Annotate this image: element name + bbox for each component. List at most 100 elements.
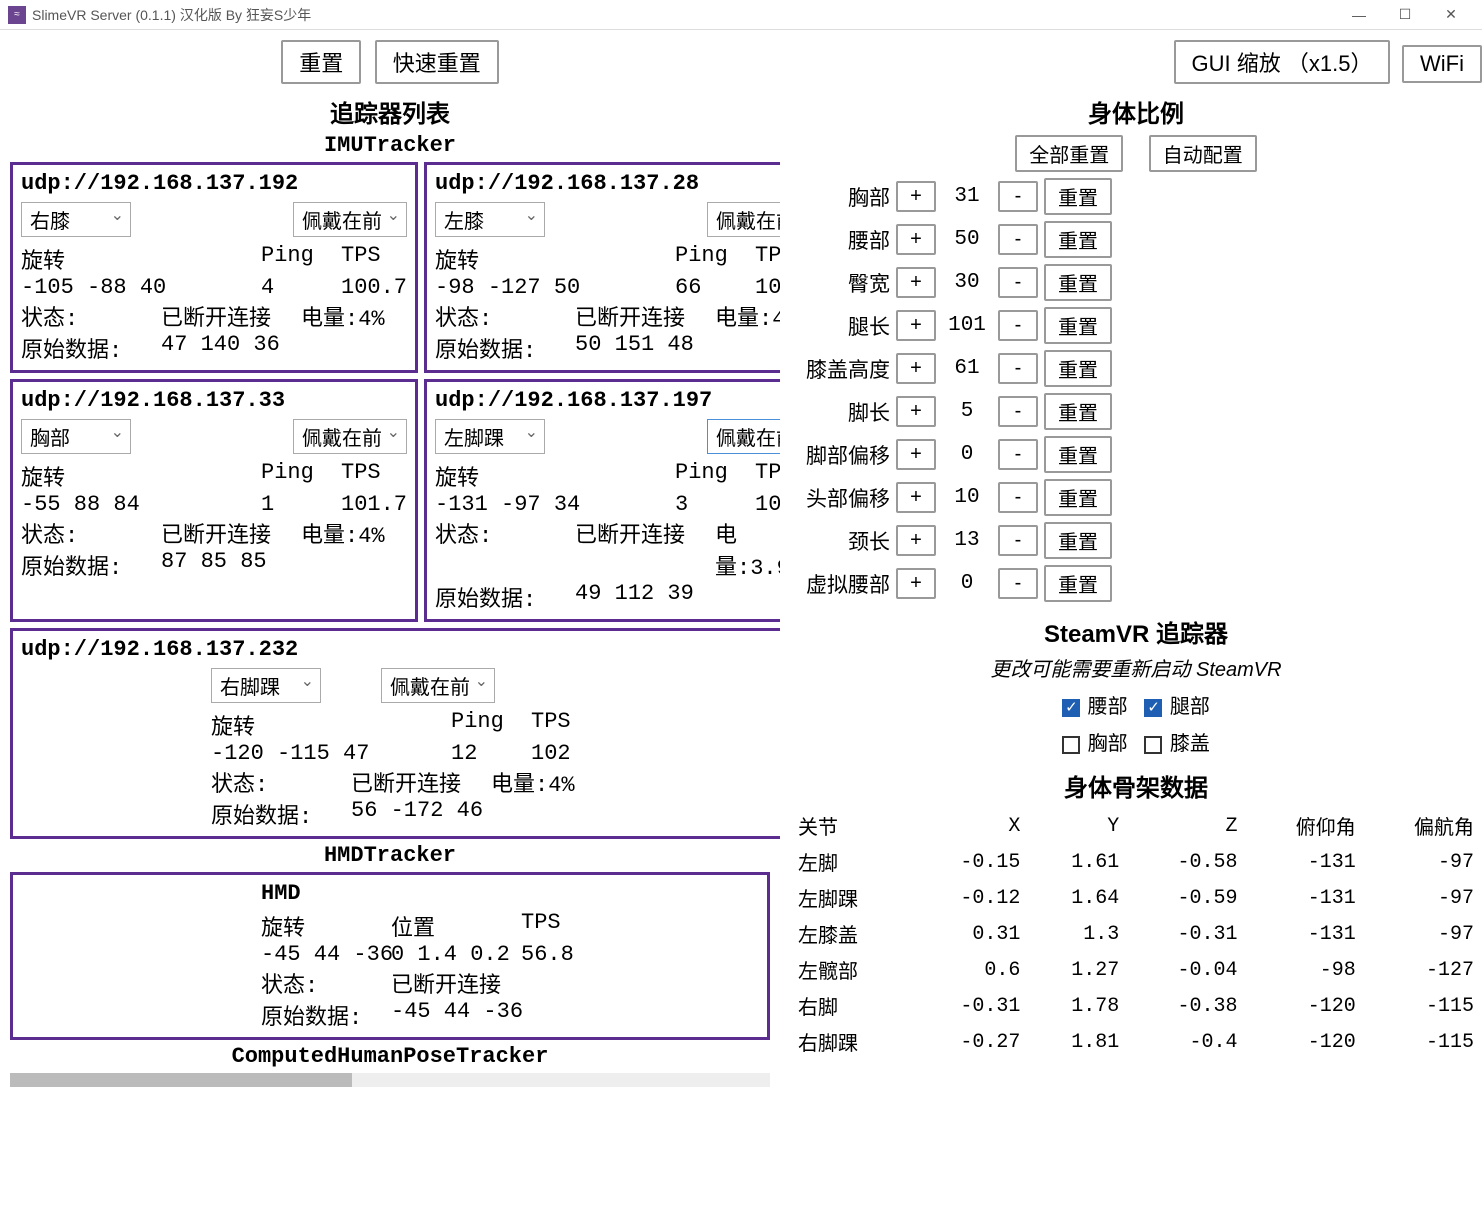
plus-button[interactable]: + — [896, 224, 936, 255]
prop-reset-button[interactable]: 重置 — [1044, 436, 1112, 473]
tracker-address: udp://192.168.137.33 — [21, 388, 407, 413]
tracker-address: udp://192.168.137.232 — [21, 637, 780, 662]
body-part-select[interactable]: 右脚踝 — [211, 668, 321, 703]
proportion-label: 头部偏移 — [790, 483, 890, 513]
ping-label: Ping — [451, 709, 511, 741]
close-button[interactable]: ✕ — [1428, 0, 1474, 30]
mount-select[interactable]: 佩戴在前 — [707, 419, 780, 454]
auto-config-button[interactable]: 自动配置 — [1149, 135, 1257, 172]
plus-button[interactable]: + — [896, 482, 936, 513]
wifi-button[interactable]: WiFi — [1402, 45, 1482, 83]
minus-button[interactable]: - — [998, 439, 1038, 470]
status-label: 状态: — [211, 766, 331, 798]
mount-select[interactable]: 佩戴在前 — [293, 419, 407, 454]
tps-label: TPS — [341, 460, 381, 492]
raw-label: 原始数据: — [21, 332, 141, 364]
tps-value: 101.7 — [341, 492, 407, 517]
minus-button[interactable]: - — [998, 310, 1038, 341]
status-label: 状态: — [21, 300, 141, 332]
plus-button[interactable]: + — [896, 353, 936, 384]
plus-button[interactable]: + — [896, 525, 936, 556]
plus-button[interactable]: + — [896, 396, 936, 427]
left-panel: 重置 快速重置 追踪器列表 IMUTracker udp://192.168.1… — [0, 30, 780, 1231]
prop-reset-button[interactable]: 重置 — [1044, 221, 1112, 258]
raw-label: 原始数据: — [435, 332, 555, 364]
rotation-value: -98 -127 50 — [435, 275, 655, 300]
body-part-select[interactable]: 左脚踝 — [435, 419, 545, 454]
skel-header: Z — [1127, 809, 1243, 843]
skel-header: 偏航角 — [1364, 809, 1480, 843]
plus-button[interactable]: + — [896, 568, 936, 599]
proportion-label: 虚拟腰部 — [790, 569, 890, 599]
prop-reset-button[interactable]: 重置 — [1044, 350, 1112, 387]
minus-button[interactable]: - — [998, 224, 1038, 255]
tracker-list-title: 追踪器列表 — [10, 94, 770, 129]
body-part-select[interactable]: 胸部 — [21, 419, 131, 454]
mount-select[interactable]: 佩戴在前 — [381, 668, 495, 703]
rotation-label: 旋转 — [211, 709, 431, 741]
minus-button[interactable]: - — [998, 353, 1038, 384]
plus-button[interactable]: + — [896, 181, 936, 212]
battery-label: 电量:4% — [715, 300, 780, 332]
proportion-value: 0 — [942, 567, 992, 600]
proportion-label: 脚长 — [790, 397, 890, 427]
legs-checkbox[interactable] — [1144, 699, 1162, 717]
plus-button[interactable]: + — [896, 267, 936, 298]
plus-button[interactable]: + — [896, 310, 936, 341]
mount-select[interactable]: 佩戴在前 — [293, 202, 407, 237]
rotation-label: 旋转 — [21, 460, 241, 492]
hmd-tracker-box: HMD 旋转 位置 TPS -45 44 -36 0 1.4 0.2 56.8 … — [10, 872, 770, 1040]
gui-scale-button[interactable]: GUI 缩放 （x1.5） — [1174, 40, 1391, 84]
battery-label: 电量:4% — [301, 300, 385, 332]
proportion-value: 30 — [942, 266, 992, 299]
hmd-tps: 56.8 — [521, 942, 574, 967]
chest-checkbox[interactable] — [1062, 736, 1080, 754]
proportion-label: 膝盖高度 — [790, 354, 890, 384]
body-part-select[interactable]: 左膝 — [435, 202, 545, 237]
proportion-label: 臀宽 — [790, 268, 890, 298]
minus-button[interactable]: - — [998, 568, 1038, 599]
minus-button[interactable]: - — [998, 396, 1038, 427]
knees-checkbox[interactable] — [1144, 736, 1162, 754]
prop-reset-button[interactable]: 重置 — [1044, 307, 1112, 344]
horizontal-scrollbar[interactable] — [10, 1073, 770, 1087]
prop-reset-button[interactable]: 重置 — [1044, 565, 1112, 602]
skel-header: 关节 — [792, 809, 908, 843]
tracker-box: udp://192.168.137.33 胸部 佩戴在前 旋转 Ping TPS… — [10, 379, 418, 622]
ping-value: 3 — [675, 492, 735, 517]
rotation-label: 旋转 — [435, 243, 655, 275]
proportion-value: 13 — [942, 524, 992, 557]
minus-button[interactable]: - — [998, 181, 1038, 212]
ping-value: 66 — [675, 275, 735, 300]
minus-button[interactable]: - — [998, 482, 1038, 513]
mount-select[interactable]: 佩戴在前 — [707, 202, 780, 237]
proportion-value: 10 — [942, 481, 992, 514]
tracker-address: udp://192.168.137.197 — [435, 388, 780, 413]
minimize-button[interactable]: — — [1336, 0, 1382, 30]
right-panel: GUI 缩放 （x1.5） WiFi 身体比例 全部重置 自动配置 胸部 + 3… — [780, 30, 1482, 1231]
reset-button[interactable]: 重置 — [281, 40, 361, 84]
prop-reset-button[interactable]: 重置 — [1044, 522, 1112, 559]
raw-value: 47 140 36 — [161, 332, 280, 364]
prop-reset-button[interactable]: 重置 — [1044, 393, 1112, 430]
tps-value: 100.7 — [341, 275, 407, 300]
maximize-button[interactable]: ☐ — [1382, 0, 1428, 30]
plus-button[interactable]: + — [896, 439, 936, 470]
fast-reset-button[interactable]: 快速重置 — [375, 40, 499, 84]
body-part-select[interactable]: 右膝 — [21, 202, 131, 237]
table-row: 左脚-0.151.61-0.58-131-97 — [792, 845, 1480, 879]
ping-value: 4 — [261, 275, 321, 300]
raw-value: 50 151 48 — [575, 332, 694, 364]
minus-button[interactable]: - — [998, 525, 1038, 556]
app-icon: ≈ — [8, 6, 26, 24]
prop-reset-button[interactable]: 重置 — [1044, 178, 1112, 215]
position-label: 位置 — [391, 910, 501, 942]
prop-reset-button[interactable]: 重置 — [1044, 264, 1112, 301]
waist-checkbox[interactable] — [1062, 699, 1080, 717]
raw-value: 56 -172 46 — [351, 798, 483, 830]
reset-all-button[interactable]: 全部重置 — [1015, 135, 1123, 172]
rotation-value: -55 88 84 — [21, 492, 241, 517]
proportion-row: 脚长 + 5 - 重置 — [790, 393, 1482, 430]
prop-reset-button[interactable]: 重置 — [1044, 479, 1112, 516]
minus-button[interactable]: - — [998, 267, 1038, 298]
